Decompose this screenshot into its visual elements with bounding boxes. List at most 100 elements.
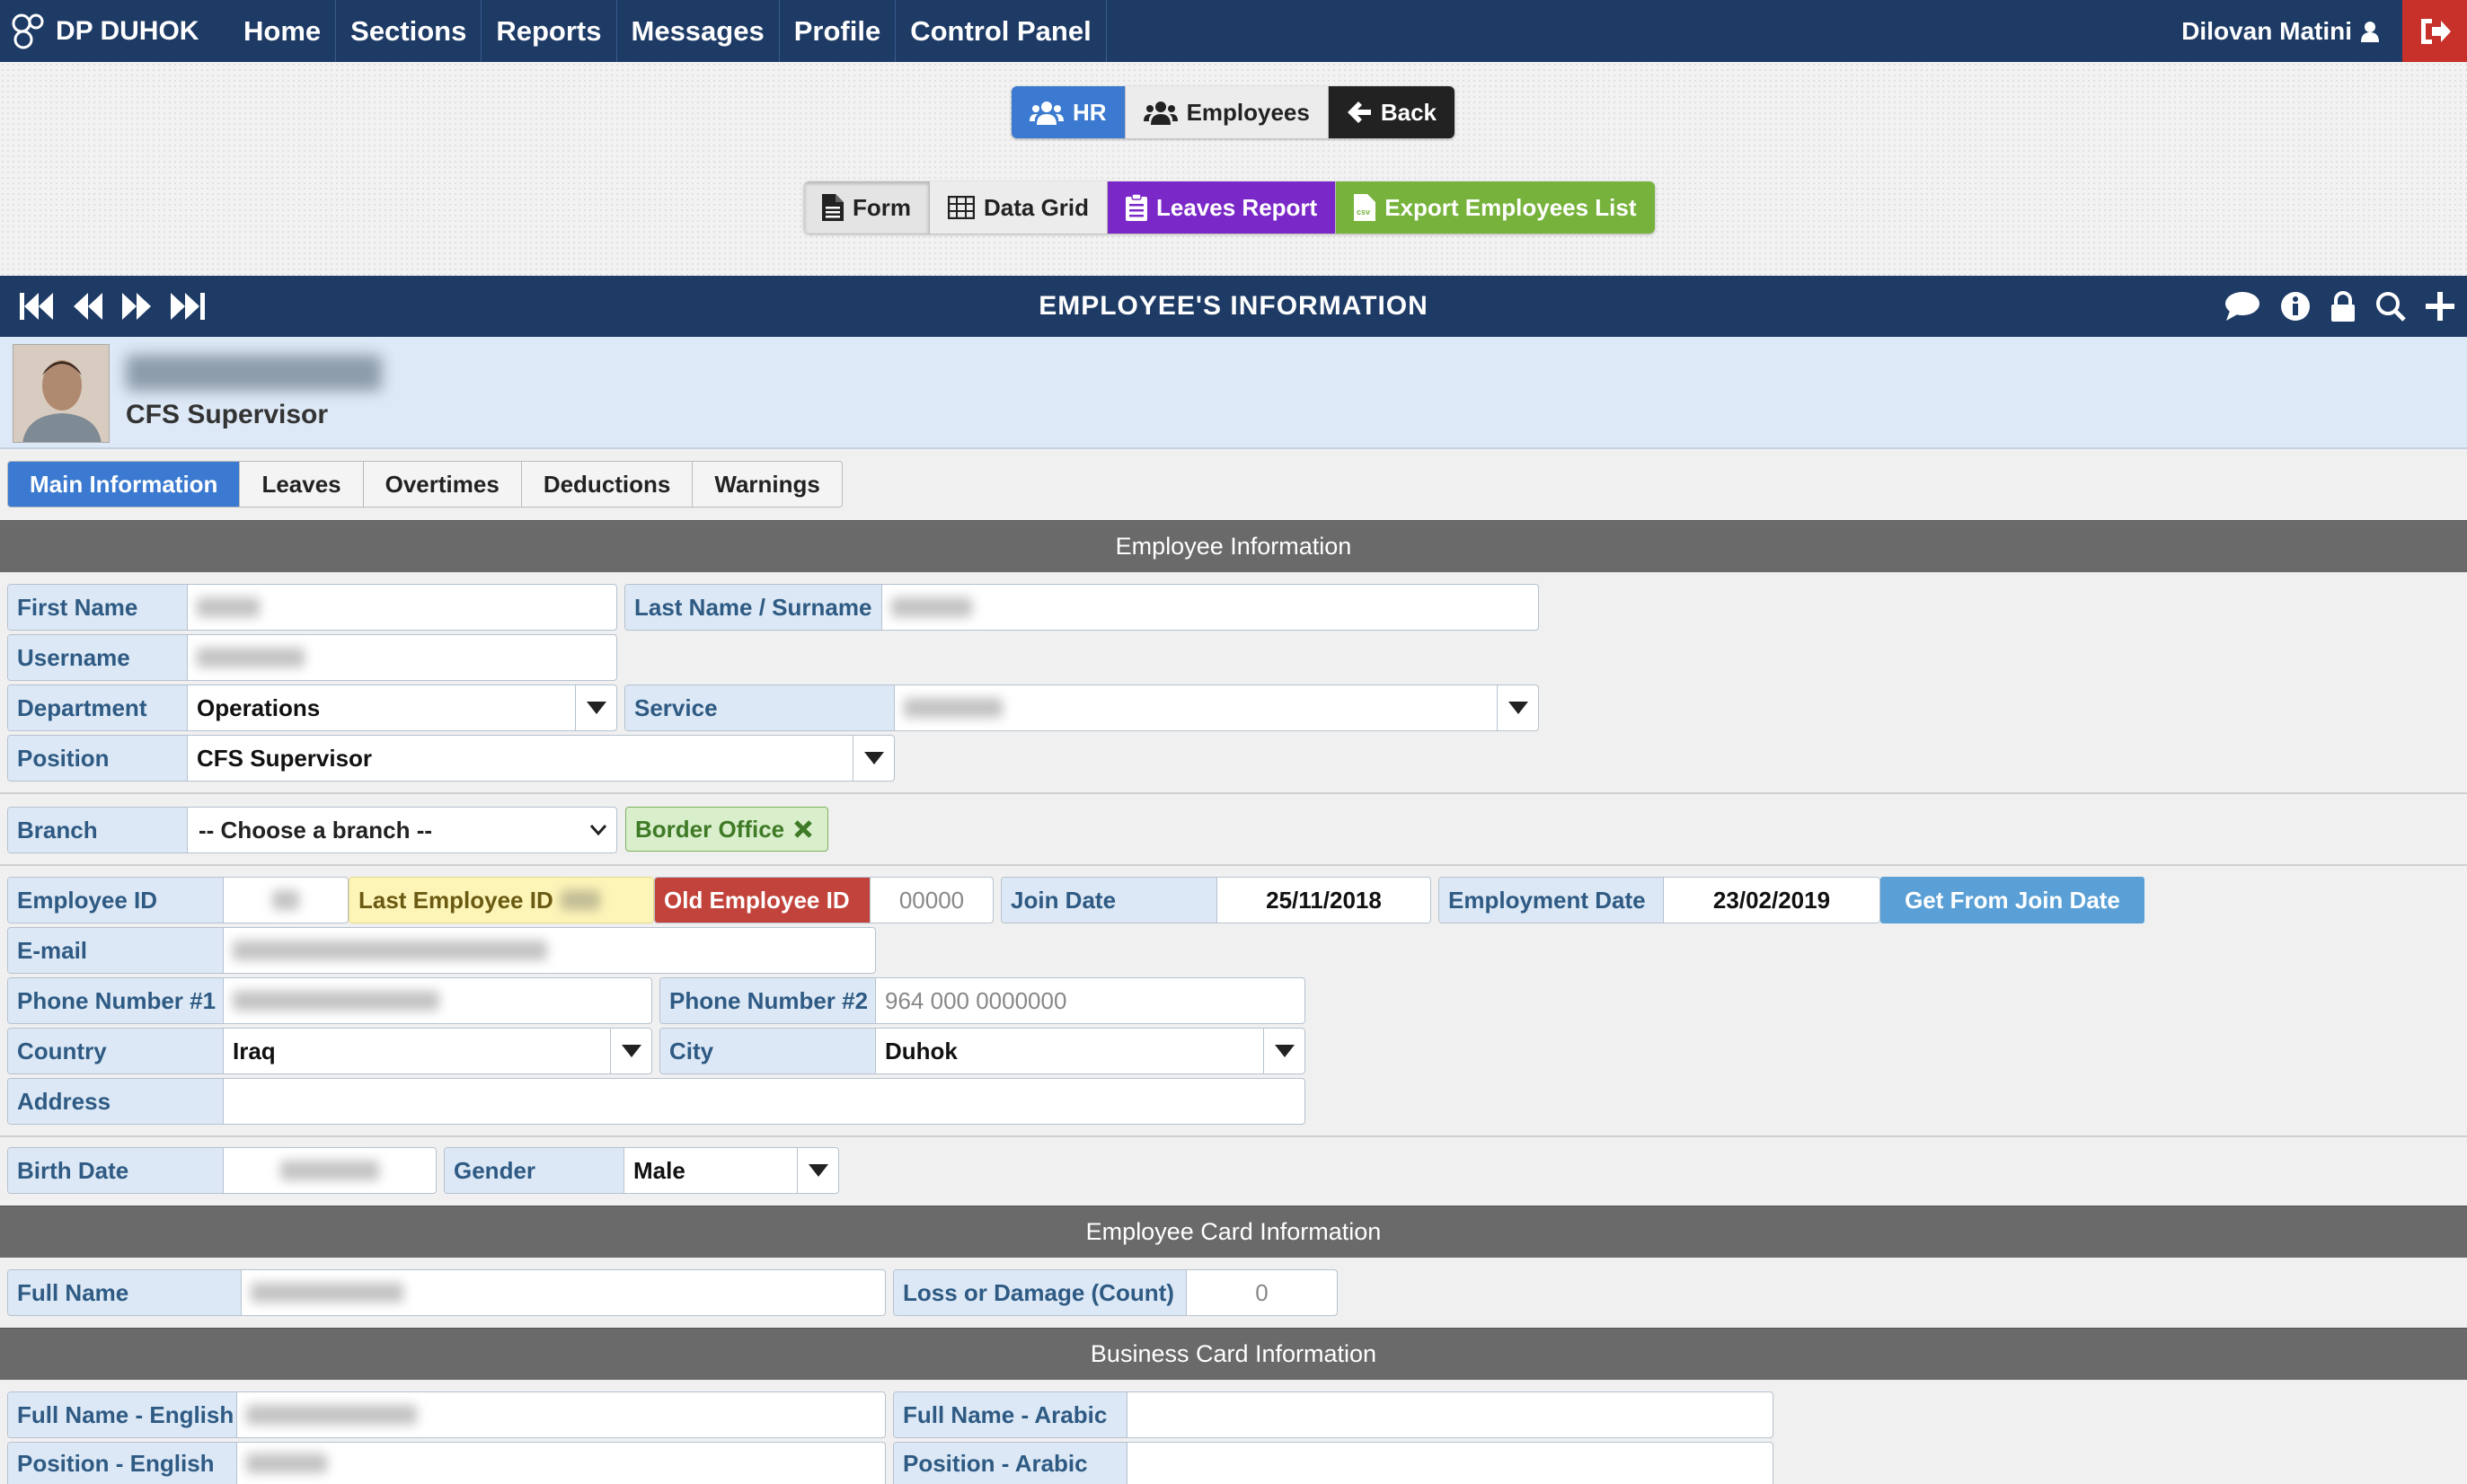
address-field[interactable]: Address	[7, 1078, 1305, 1125]
employment-date-field[interactable]: Employment Date 23/02/2019	[1438, 877, 1880, 923]
csv-file-icon: csv	[1354, 194, 1376, 221]
comment-icon[interactable]	[2224, 291, 2260, 322]
chevron-down-icon	[589, 825, 607, 836]
username-field[interactable]: Username	[7, 634, 617, 681]
employee-position: CFS Supervisor	[126, 400, 329, 429]
card-full-name-field[interactable]: Full Name	[7, 1269, 886, 1316]
previous-record-icon[interactable]	[74, 293, 102, 320]
logout-button[interactable]	[2402, 0, 2467, 62]
back-label: Back	[1380, 98, 1437, 126]
position-english-field[interactable]: Position - English	[7, 1442, 886, 1484]
gender-select[interactable]: Gender Male	[444, 1147, 839, 1194]
leaves-report-button[interactable]: Leaves Report	[1108, 181, 1337, 234]
search-icon[interactable]	[2375, 291, 2406, 322]
last-employee-id-label: Last Employee ID	[349, 878, 653, 923]
phone2-field[interactable]: Phone Number #2 964 000 0000000	[659, 977, 1305, 1024]
branch-tag-label: Border Office	[635, 815, 785, 843]
tab-deductions[interactable]: Deductions	[521, 462, 694, 507]
phone1-label: Phone Number #1	[8, 978, 224, 1023]
old-employee-id-label: Old Employee ID	[655, 878, 871, 923]
first-record-icon[interactable]	[20, 293, 54, 320]
city-select[interactable]: City Duhok	[659, 1028, 1305, 1074]
full-name-english-field[interactable]: Full Name - English	[7, 1391, 886, 1438]
data-grid-button[interactable]: Data Grid	[930, 181, 1109, 234]
nav-sections[interactable]: Sections	[336, 0, 482, 62]
divider	[0, 864, 2467, 866]
loss-damage-value: 0	[1255, 1278, 1269, 1306]
employee-id-field[interactable]: Employee ID	[7, 877, 349, 923]
brand-logo[interactable]: DP DUHOK	[0, 11, 229, 52]
get-from-join-date-button[interactable]: Get From Join Date	[1880, 877, 2144, 923]
address-label: Address	[8, 1079, 224, 1124]
tabs: Main Information Leaves Overtimes Deduct…	[7, 461, 843, 508]
caret-down-icon	[1508, 702, 1528, 714]
last-record-icon[interactable]	[171, 293, 205, 320]
join-date-value: 25/11/2018	[1266, 886, 1382, 914]
old-employee-id-field[interactable]: Old Employee ID 00000	[654, 877, 994, 923]
position-value: CFS Supervisor	[197, 744, 373, 772]
country-select[interactable]: Country Iraq	[7, 1028, 652, 1074]
employee-name-redacted	[126, 355, 382, 391]
city-label: City	[660, 1029, 876, 1073]
next-record-icon[interactable]	[122, 293, 151, 320]
nav-messages[interactable]: Messages	[617, 0, 780, 62]
view-toolbar: Form Data Grid Leaves Report csv Export …	[804, 181, 1655, 234]
loss-damage-field[interactable]: Loss or Damage (Count) 0	[893, 1269, 1338, 1316]
position-arabic-field[interactable]: Position - Arabic	[893, 1442, 1773, 1484]
lock-icon[interactable]	[2330, 291, 2356, 322]
last-name-label: Last Name / Surname	[625, 585, 882, 630]
card-full-name-label: Full Name	[8, 1270, 242, 1315]
service-select[interactable]: Service	[624, 685, 1539, 731]
caret-down-icon	[621, 1045, 641, 1057]
position-select[interactable]: Position CFS Supervisor	[7, 735, 895, 782]
divider	[0, 792, 2467, 794]
top-navbar: DP DUHOK Home Sections Reports Messages …	[0, 0, 2467, 62]
subnav-group: HR Employees Back	[1012, 86, 1455, 138]
logout-icon	[2421, 18, 2451, 44]
nav-home[interactable]: Home	[229, 0, 337, 62]
data-grid-label: Data Grid	[984, 193, 1090, 221]
nav-profile[interactable]: Profile	[780, 0, 897, 62]
birth-date-field[interactable]: Birth Date	[7, 1147, 437, 1194]
info-icon[interactable]	[2280, 291, 2311, 322]
panel-header: EMPLOYEE'S INFORMATION	[0, 276, 2467, 337]
svg-text:csv: csv	[1357, 208, 1370, 216]
form-button[interactable]: Form	[804, 181, 930, 234]
loss-damage-label: Loss or Damage (Count)	[894, 1270, 1187, 1315]
branch-tag[interactable]: Border Office	[625, 807, 828, 852]
position-arabic-label: Position - Arabic	[894, 1443, 1127, 1484]
phone1-field[interactable]: Phone Number #1	[7, 977, 652, 1024]
employees-button[interactable]: Employees	[1125, 86, 1329, 138]
leaves-report-label: Leaves Report	[1156, 193, 1318, 221]
back-button[interactable]: Back	[1328, 86, 1455, 138]
tab-main-information[interactable]: Main Information	[8, 462, 241, 507]
employment-date-value: 23/02/2019	[1712, 886, 1831, 914]
nav-reports[interactable]: Reports	[482, 0, 617, 62]
user-menu[interactable]: Dilovan Matini	[2181, 17, 2402, 46]
user-name: Dilovan Matini	[2181, 16, 2352, 45]
caret-down-icon	[863, 752, 884, 764]
close-icon[interactable]	[793, 819, 813, 839]
tab-overtimes[interactable]: Overtimes	[363, 462, 522, 507]
full-name-arabic-label: Full Name - Arabic	[894, 1392, 1127, 1437]
hr-button[interactable]: HR	[1012, 86, 1126, 138]
tab-warnings[interactable]: Warnings	[693, 462, 842, 507]
employee-profile: CFS Supervisor	[0, 337, 2467, 449]
department-select[interactable]: Department Operations	[7, 685, 617, 731]
branch-select[interactable]: Branch -- Choose a branch --	[7, 807, 617, 853]
nav-control-panel[interactable]: Control Panel	[896, 0, 1107, 62]
section-employee-information: Employee Information	[0, 520, 2467, 572]
last-name-field[interactable]: Last Name / Surname	[624, 584, 1539, 631]
full-name-arabic-field[interactable]: Full Name - Arabic	[893, 1391, 1773, 1438]
email-field[interactable]: E-mail	[7, 927, 876, 974]
tab-leaves[interactable]: Leaves	[240, 462, 364, 507]
caret-down-icon	[808, 1164, 828, 1177]
user-icon	[2361, 21, 2379, 42]
plus-icon[interactable]	[2426, 292, 2454, 321]
first-name-field[interactable]: First Name	[7, 584, 617, 631]
divider	[0, 1135, 2467, 1137]
join-date-field[interactable]: Join Date 25/11/2018	[1001, 877, 1431, 923]
phone2-label: Phone Number #2	[660, 978, 876, 1023]
arrow-left-icon	[1347, 102, 1371, 123]
export-button[interactable]: csv Export Employees List	[1336, 181, 1655, 234]
